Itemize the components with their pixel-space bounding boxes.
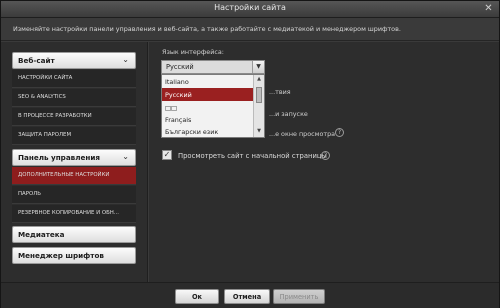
group-control-panel[interactable]: Панель управления ⌄ xyxy=(12,149,136,166)
language-option-selected[interactable]: Русский xyxy=(162,88,254,101)
sidebar-item-label: НАСТРОЙКИ САЙТА xyxy=(18,75,73,81)
sidebar-item-in-development[interactable]: В ПРОЦЕССЕ РАЗРАБОТКИ xyxy=(12,108,136,126)
language-option-label: Русский xyxy=(165,91,192,99)
sidebar-item-label: В ПРОЦЕССЕ РАЗРАБОТКИ xyxy=(18,113,92,119)
sidebar-item-backup[interactable]: РЕЗЕРВНОЕ КОПИРОВАНИЕ И ОБН... xyxy=(12,205,136,223)
checkmark-icon: ✓ xyxy=(163,150,171,159)
partial-label-2: ...и запуске xyxy=(269,110,308,118)
footer: Ок Отмена Применить xyxy=(1,282,499,308)
help-icon[interactable]: ? xyxy=(321,151,330,160)
group-website[interactable]: Веб-сайт ⌄ xyxy=(12,52,136,69)
ok-button-label: Ок xyxy=(191,293,203,301)
sidebar-item-label: ЗАЩИТА ПАРОЛЕМ xyxy=(18,132,72,138)
sidebar-item-password-protection[interactable]: ЗАЩИТА ПАРОЛЕМ xyxy=(12,127,136,145)
chevron-down-icon: ⌄ xyxy=(122,55,129,64)
sidebar-item-label: ДОПОЛНИТЕЛЬНЫЕ НАСТРОЙКИ xyxy=(18,172,110,178)
sidebar-item-site-settings[interactable]: НАСТРОЙКИ САЙТА xyxy=(12,70,136,88)
chevron-down-icon[interactable]: ▼ xyxy=(252,61,264,73)
sidebar: Веб-сайт ⌄ НАСТРОЙКИ САЙТА SEO & ANALYTI… xyxy=(1,42,148,282)
language-option-label: Français xyxy=(165,116,192,124)
scroll-thumb[interactable] xyxy=(256,87,262,103)
sidebar-item-label: ПАРОЛЬ xyxy=(18,191,41,197)
partial-label-1: ...твия xyxy=(269,88,291,96)
group-control-panel-label: Панель управления xyxy=(18,153,100,162)
description-text: Изменяйте настройки панели управления и … xyxy=(13,25,401,33)
description-bar: Изменяйте настройки панели управления и … xyxy=(1,19,499,41)
sidebar-item-seo[interactable]: SEO & ANALYTICS xyxy=(12,89,136,107)
start-page-checkbox[interactable]: ✓ xyxy=(162,150,172,160)
language-option[interactable]: Български език xyxy=(162,125,254,137)
group-media-library-label: Медиатека xyxy=(18,230,65,239)
group-website-label: Веб-сайт xyxy=(18,56,55,65)
chevron-down-icon[interactable]: ▼ xyxy=(255,128,263,136)
sidebar-item-label: РЕЗЕРВНОЕ КОПИРОВАНИЕ И ОБН... xyxy=(18,210,120,216)
settings-content: Язык интерфейса: Русский ▼ ...твия ...и … xyxy=(149,42,499,282)
start-page-checkbox-label: Просмотреть сайт с начальной страницы xyxy=(178,152,327,160)
apply-button-label: Применить xyxy=(279,293,319,301)
language-option-label: Italiano xyxy=(165,78,189,86)
language-label: Язык интерфейса: xyxy=(162,48,224,56)
sidebar-item-password[interactable]: ПАРОЛЬ xyxy=(12,186,136,204)
language-option-label: Български език xyxy=(165,128,219,136)
sidebar-item-label: SEO & ANALYTICS xyxy=(18,94,66,100)
language-option[interactable]: Italiano xyxy=(162,75,254,88)
help-icon[interactable]: ? xyxy=(335,128,344,137)
language-option-label: □□ xyxy=(165,104,178,112)
cancel-button-label: Отмена xyxy=(232,293,262,301)
sidebar-item-advanced-settings[interactable]: ДОПОЛНИТЕЛЬНЫЕ НАСТРОЙКИ xyxy=(12,167,136,185)
cancel-button[interactable]: Отмена xyxy=(224,289,270,304)
close-icon[interactable]: ✕ xyxy=(482,3,495,15)
apply-button[interactable]: Применить xyxy=(273,289,325,304)
chevron-up-icon[interactable]: ▲ xyxy=(255,76,263,84)
language-dropdown[interactable]: Italiano Русский □□ Français Български е… xyxy=(161,74,265,138)
settings-window: Настройки сайта ✕ Изменяйте настройки па… xyxy=(0,0,500,308)
title-bar[interactable]: Настройки сайта ✕ xyxy=(1,1,499,18)
group-media-library[interactable]: Медиатека xyxy=(12,226,136,243)
group-font-manager[interactable]: Менеджер шрифтов xyxy=(12,247,136,264)
window-title: Настройки сайта xyxy=(214,3,286,12)
language-select[interactable]: Русский ▼ xyxy=(161,60,265,74)
partial-label-3: ...е окне просмотра xyxy=(269,130,336,138)
group-font-manager-label: Менеджер шрифтов xyxy=(18,251,104,260)
chevron-down-icon: ⌄ xyxy=(122,152,129,161)
dropdown-scrollbar[interactable]: ▲ ▼ xyxy=(253,75,264,137)
language-select-value: Русский xyxy=(166,63,194,71)
ok-button[interactable]: Ок xyxy=(175,289,219,304)
